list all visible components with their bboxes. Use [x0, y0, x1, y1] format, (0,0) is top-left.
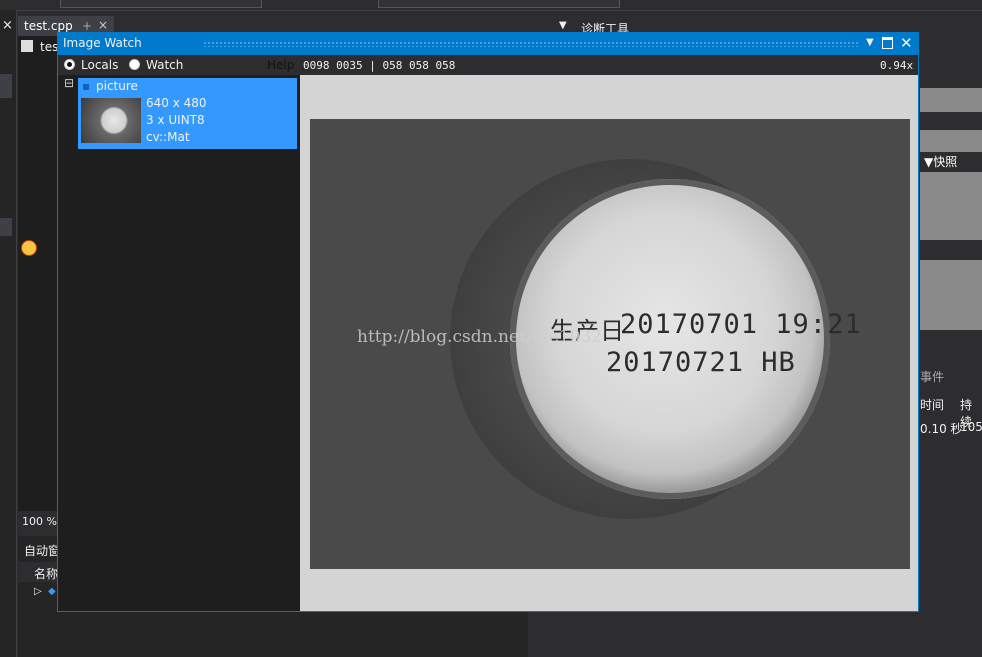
column-header-name[interactable]: 名称: [34, 565, 58, 582]
item-type: cv::Mat: [146, 130, 190, 144]
code-editor[interactable]: tes: [18, 36, 58, 511]
item-size: 640 x 480: [146, 96, 207, 110]
ide-toolbar-combo[interactable]: [60, 0, 262, 8]
variable-icon: [83, 84, 89, 90]
file-icon: [21, 40, 33, 52]
snapshot-label[interactable]: ▼快照: [924, 153, 957, 170]
column-header-time[interactable]: 时间: [920, 396, 944, 413]
radio-locals[interactable]: [64, 59, 75, 70]
diagnostic-tools-pane: ▼快照 事件 时间 持续 0.10 秒 105: [920, 60, 982, 530]
execution-pointer-icon: [21, 240, 37, 256]
ide-toolbar-combo-2[interactable]: [378, 0, 620, 8]
image-watch-titlebar[interactable]: Image Watch ▼ ✕: [58, 33, 918, 55]
image-watch-window[interactable]: Image Watch ▼ ✕ Locals Watch Help 0098 0…: [57, 32, 919, 612]
document-tab-label: test.cpp: [24, 19, 73, 33]
pin-icon[interactable]: +: [82, 19, 92, 33]
events-tab-label[interactable]: 事件: [920, 368, 944, 385]
memory-graph: [920, 172, 982, 240]
collapse-icon[interactable]: ⊟: [64, 76, 74, 90]
left-tool-tab-2[interactable]: [0, 218, 12, 236]
dropdown-icon[interactable]: ▼: [559, 20, 567, 31]
print-line-2: 20170721 HB: [606, 347, 796, 378]
image-watch-title: Image Watch: [63, 36, 142, 50]
autos-panel-title: 自动窗: [24, 544, 61, 558]
print-line-1: 20170701 19:21: [620, 309, 862, 340]
graph-strip-2: [920, 130, 982, 152]
graph-strip: [920, 88, 982, 112]
help-link[interactable]: Help: [267, 58, 294, 72]
watermark-text: http://blog.csdn.net/life1032: [357, 327, 603, 347]
radio-locals-label[interactable]: Locals: [81, 58, 118, 72]
close-icon[interactable]: ✕: [900, 34, 913, 52]
image-watch-toolbar: Locals Watch Help 0098 0035 | 058 058 05…: [58, 55, 918, 75]
image-thumbnail: [81, 98, 141, 143]
event-row-time: 0.10 秒: [920, 422, 963, 436]
expand-arrow-icon[interactable]: ▷: [34, 586, 42, 597]
sub-tab-label: tes: [40, 40, 59, 54]
zoom-readout: 0.94x: [880, 59, 914, 72]
item-name: picture: [96, 79, 138, 93]
maximize-icon[interactable]: [882, 37, 893, 49]
list-item-picture[interactable]: picture 640 x 480 3 x UINT8 cv::Mat: [78, 78, 297, 149]
pixel-info-readout: 0098 0035 | 058 058 058: [303, 59, 456, 72]
close-icon[interactable]: ×: [2, 18, 13, 33]
zoom-level-text: 100 %: [22, 515, 57, 528]
radio-watch[interactable]: [129, 59, 140, 70]
event-row-duration: 105: [960, 420, 982, 434]
bottle-cap-image[interactable]: 生产日 20170701 19:21 20170721 HB http://bl…: [310, 119, 910, 569]
editor-zoom-level[interactable]: 100 %: [18, 512, 58, 532]
image-list-panel: ⊟ picture 640 x 480 3 x UINT8 cv::Mat: [58, 75, 298, 611]
left-tool-strip: ×: [0, 10, 17, 657]
titlebar-grip: [203, 41, 858, 47]
cpu-graph: [920, 260, 982, 330]
item-channels: 3 x UINT8: [146, 113, 205, 127]
left-tool-tab[interactable]: [0, 74, 12, 98]
dropdown-icon[interactable]: ▼: [866, 37, 874, 48]
radio-watch-label[interactable]: Watch: [146, 58, 183, 72]
close-icon[interactable]: ×: [98, 18, 108, 32]
image-viewer[interactable]: 生产日 20170701 19:21 20170721 HB http://bl…: [300, 75, 918, 611]
variable-icon: ◆: [48, 586, 56, 597]
